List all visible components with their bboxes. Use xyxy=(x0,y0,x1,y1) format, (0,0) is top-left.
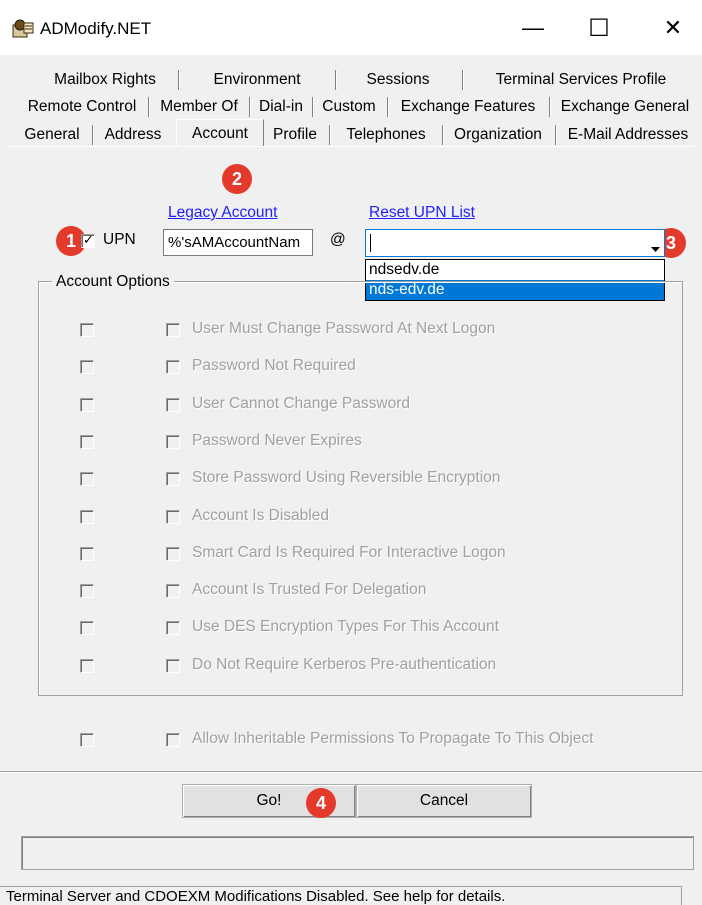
tab-mailbox-rights[interactable]: Mailbox Rights xyxy=(40,68,170,92)
option-label: Password Not Required xyxy=(192,357,356,375)
tab-exchange-features[interactable]: Exchange Features xyxy=(390,95,546,119)
maximize-button[interactable]: ☐ xyxy=(576,8,622,48)
option-label: Store Password Using Reversible Encrypti… xyxy=(192,469,501,487)
tab-e-mail-addresses[interactable]: E-Mail Addresses xyxy=(559,123,697,147)
option-label: Account Is Trusted For Delegation xyxy=(192,581,427,599)
check-mark-icon: ✓ xyxy=(83,232,94,247)
tab-remote-control[interactable]: Remote Control xyxy=(18,95,146,119)
app-icon xyxy=(12,19,34,39)
legacy-account-link[interactable]: Legacy Account xyxy=(168,204,277,222)
close-button[interactable]: ✕ xyxy=(650,8,696,48)
divider xyxy=(0,771,702,773)
upn-label: UPN xyxy=(103,231,136,248)
option-selector-checkbox[interactable] xyxy=(80,584,94,599)
option-value-checkbox[interactable] xyxy=(166,397,180,412)
minimize-button[interactable]: — xyxy=(510,8,556,48)
option-value-checkbox[interactable] xyxy=(166,546,180,561)
tab-row-1: Mailbox Rights Environment Sessions Term… xyxy=(0,68,702,92)
option-label: Password Never Expires xyxy=(192,431,362,449)
tab-profile[interactable]: Profile xyxy=(266,123,324,147)
option-label: User Cannot Change Password xyxy=(192,394,410,412)
tab-environment[interactable]: Environment xyxy=(182,68,332,92)
option-value-checkbox[interactable] xyxy=(166,509,180,524)
option-selector-checkbox[interactable] xyxy=(80,658,94,673)
tab-account[interactable]: Account xyxy=(176,119,264,147)
callout-badge-2: 2 xyxy=(222,164,252,194)
option-value-checkbox[interactable] xyxy=(166,323,180,337)
tab-organization[interactable]: Organization xyxy=(446,123,550,147)
window-title: ADModify.NET xyxy=(40,19,152,38)
go-button-label: Go! xyxy=(256,792,282,809)
cancel-button-label: Cancel xyxy=(419,792,469,809)
option-selector-checkbox[interactable] xyxy=(80,323,94,337)
option-value-checkbox[interactable] xyxy=(166,472,180,487)
tab-telephones[interactable]: Telephones xyxy=(333,123,439,147)
tab-address[interactable]: Address xyxy=(96,123,170,147)
tab-sessions[interactable]: Sessions xyxy=(338,68,458,92)
title-bar: ADModify.NET — ☐ ✕ xyxy=(0,0,702,55)
option-selector-checkbox[interactable] xyxy=(80,360,94,375)
text-caret xyxy=(370,234,371,252)
callout-badge-4: 4 xyxy=(306,788,336,818)
upn-checkbox[interactable]: ✓ xyxy=(81,232,95,248)
option-value-checkbox[interactable] xyxy=(166,658,180,673)
tab-general[interactable]: General xyxy=(18,123,86,147)
option-value-checkbox[interactable] xyxy=(166,621,180,636)
progress-bar xyxy=(21,836,694,870)
option-selector-checkbox[interactable] xyxy=(80,509,94,524)
inherit-permissions-label: Allow Inheritable Permissions To Propaga… xyxy=(192,730,594,747)
option-label: Do Not Require Kerberos Pre-authenticati… xyxy=(192,655,497,673)
option-value-checkbox[interactable] xyxy=(166,434,180,449)
tab-terminal-services-profile[interactable]: Terminal Services Profile xyxy=(466,68,696,92)
tab-row-2: Remote Control Member Of Dial-in Custom … xyxy=(0,95,702,119)
option-label: User Must Change Password At Next Logon xyxy=(192,320,496,337)
reset-upn-list-link[interactable]: Reset UPN List xyxy=(369,204,475,222)
option-label: Smart Card Is Required For Interactive L… xyxy=(192,543,506,561)
inherit-value-checkbox[interactable] xyxy=(166,733,180,747)
upn-suffix-combobox[interactable] xyxy=(365,229,665,257)
status-text: Terminal Server and CDOEXM Modifications… xyxy=(6,888,506,905)
upn-prefix-input[interactable]: %'sAMAccountNam xyxy=(163,229,313,256)
tab-row-3: General Address Account Profile Telephon… xyxy=(0,119,702,147)
chevron-down-icon[interactable] xyxy=(651,238,660,256)
option-selector-checkbox[interactable] xyxy=(80,621,94,636)
option-value-checkbox[interactable] xyxy=(166,360,180,375)
tab-custom[interactable]: Custom xyxy=(315,95,383,119)
option-selector-checkbox[interactable] xyxy=(80,472,94,487)
inherit-selector-checkbox[interactable] xyxy=(80,733,94,747)
account-options-legend: Account Options xyxy=(52,273,174,291)
option-label: Account Is Disabled xyxy=(192,506,329,524)
dropdown-option-ndsedv[interactable]: ndsedv.de xyxy=(366,260,664,280)
tab-member-of[interactable]: Member Of xyxy=(151,95,247,119)
option-selector-checkbox[interactable] xyxy=(80,397,94,412)
tab-exchange-general[interactable]: Exchange General xyxy=(552,95,698,119)
cancel-button[interactable]: Cancel xyxy=(356,784,532,818)
tab-dial-in[interactable]: Dial-in xyxy=(252,95,310,119)
at-sign-label: @ xyxy=(330,231,346,248)
option-selector-checkbox[interactable] xyxy=(80,546,94,561)
option-label: Use DES Encryption Types For This Accoun… xyxy=(192,618,499,636)
option-selector-checkbox[interactable] xyxy=(80,434,94,449)
option-value-checkbox[interactable] xyxy=(166,584,180,599)
